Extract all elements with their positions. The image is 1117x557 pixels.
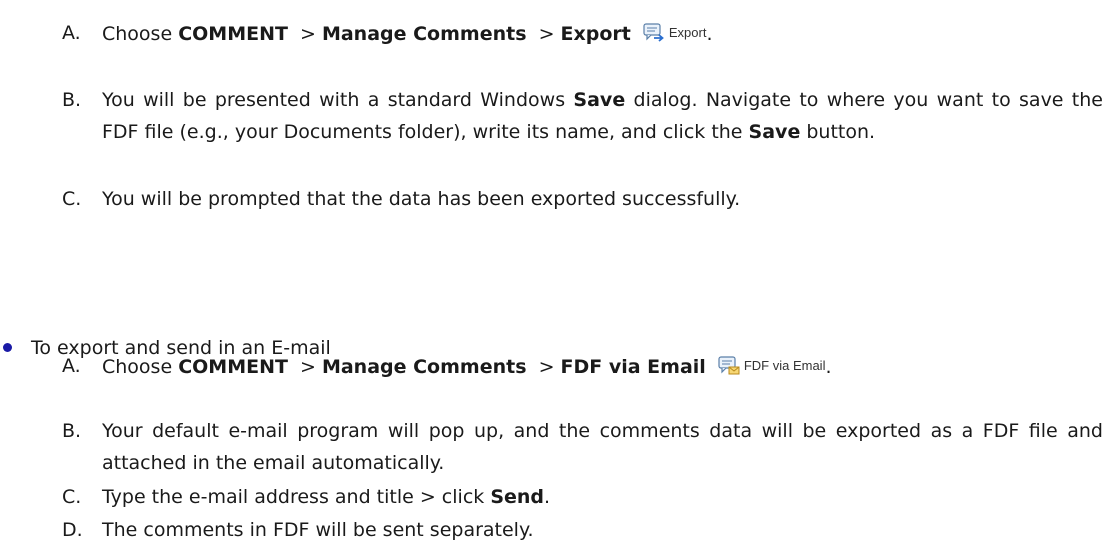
step-letter: A. bbox=[62, 355, 81, 377]
send-button-ref: Send bbox=[490, 486, 545, 508]
step-letter: A. bbox=[62, 22, 81, 44]
email-step-c: C. Type the e-mail address and title > c… bbox=[62, 481, 1103, 513]
step-text: You will be presented with a standard Wi… bbox=[102, 89, 1103, 143]
save-dialog-ref: Save bbox=[573, 89, 626, 111]
step-text: Type the e-mail address and title > clic… bbox=[102, 486, 551, 508]
fdf-via-email-icon bbox=[718, 356, 740, 375]
step-letter: B. bbox=[62, 420, 82, 442]
fdf-via-email-button-label: FDF via Email bbox=[743, 358, 826, 373]
document-page: A. Choose COMMENT > Manage Comments > Expo… bbox=[0, 0, 1117, 557]
email-step-b: B. Your default e-mail program will pop … bbox=[62, 415, 1103, 479]
bullet-icon bbox=[3, 343, 12, 352]
command-export: Export bbox=[560, 23, 631, 45]
export-step-a: A. Choose COMMENT > Manage Comments > Expo… bbox=[62, 17, 1103, 50]
email-step-d: D. The comments in FDF will be sent sepa… bbox=[62, 514, 1103, 546]
fdf-via-email-button-image: FDF via Email bbox=[718, 350, 826, 382]
save-button-ref: Save bbox=[748, 121, 801, 143]
menu-comment: COMMENT bbox=[178, 23, 288, 45]
menu-comment: COMMENT bbox=[178, 356, 288, 378]
email-step-a: A. Choose COMMENT > Manage Comments > FDF … bbox=[62, 350, 1103, 383]
command-fdf-via-email: FDF via Email bbox=[560, 356, 706, 378]
step-text: Your default e-mail program will pop up,… bbox=[102, 420, 1103, 474]
step-text: The comments in FDF will be sent separat… bbox=[102, 519, 534, 541]
group-manage-comments: Manage Comments bbox=[321, 356, 527, 378]
step-text: Choose COMMENT > Manage Comments > FDF via… bbox=[102, 350, 1103, 383]
export-button-image: Export bbox=[643, 17, 707, 49]
step-text: You will be prompted that the data has b… bbox=[102, 188, 741, 210]
export-step-c: C. You will be prompted that the data ha… bbox=[62, 183, 1103, 215]
export-comment-icon bbox=[643, 23, 664, 42]
step-letter: C. bbox=[62, 486, 82, 508]
step-text: Choose COMMENT > Manage Comments > Export … bbox=[102, 17, 1103, 50]
group-manage-comments: Manage Comments bbox=[321, 23, 527, 45]
export-step-b: B. You will be presented with a standard… bbox=[62, 84, 1103, 148]
step-letter: B. bbox=[62, 89, 82, 111]
step-letter: D. bbox=[62, 519, 83, 541]
export-button-label: Export bbox=[668, 25, 707, 40]
step-letter: C. bbox=[62, 188, 82, 210]
